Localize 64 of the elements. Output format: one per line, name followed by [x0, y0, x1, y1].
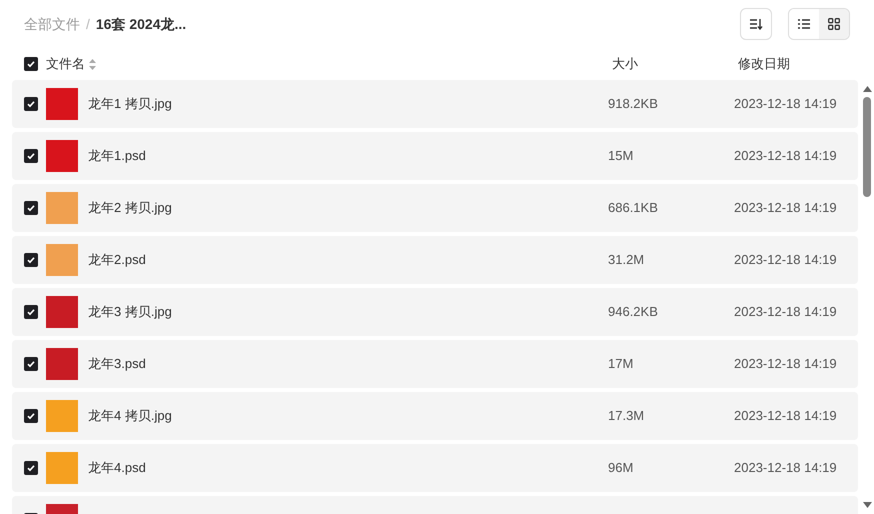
file-row[interactable]: 龙年2.psd 31.2M 2023-12-18 14:19 [12, 236, 858, 284]
modified-date: 2023-12-18 14:19 [734, 199, 837, 218]
checkbox[interactable] [24, 409, 38, 423]
file-size: 946.2KB [608, 303, 659, 322]
checkbox[interactable] [24, 97, 38, 111]
file-size: 17M [608, 355, 634, 374]
file-size: 17.3M [608, 407, 646, 426]
checkmark-icon [26, 411, 36, 421]
checkbox[interactable] [24, 149, 38, 163]
file-row[interactable]: 龙年1.psd 15M 2023-12-18 14:19 [12, 132, 858, 180]
checkbox[interactable] [24, 253, 38, 267]
file-name[interactable]: 龙年2 拷贝.jpg [88, 198, 608, 218]
checkbox[interactable] [24, 201, 38, 215]
grid-view-button[interactable] [819, 9, 849, 39]
checkmark-icon [26, 359, 36, 369]
sort-button[interactable] [740, 8, 772, 40]
file-row[interactable]: 龙年3.psd 17M 2023-12-18 14:19 [12, 340, 858, 388]
scroll-up-icon [862, 86, 872, 92]
sort-icon [749, 18, 763, 30]
file-size: 31.2M [608, 251, 646, 270]
file-name[interactable]: 龙年1.psd [88, 146, 608, 166]
file-row[interactable]: 龙年1 拷贝.jpg 918.2KB 2023-12-18 14:19 [12, 80, 858, 128]
column-header[interactable]: 文件名 [46, 54, 85, 74]
checkmark-icon [26, 99, 36, 109]
file-size: 686.1KB [608, 199, 659, 218]
scrollbar-thumb[interactable] [863, 97, 871, 197]
list-icon [798, 19, 810, 29]
checkmark-icon [26, 307, 36, 317]
file-name[interactable]: 龙年3 拷贝.jpg [88, 302, 608, 322]
checkmark-icon [26, 203, 36, 213]
file-name[interactable]: 龙年2.psd [88, 250, 608, 270]
file-size: 918.2KB [608, 95, 659, 114]
file-row[interactable]: 龙年4 拷贝.jpg 17.3M 2023-12-18 14:19 [12, 392, 858, 440]
modified-date: 2023-12-18 14:19 [734, 95, 837, 114]
modified-date: 2023-12-18 14:19 [734, 251, 837, 270]
checkbox[interactable] [24, 461, 38, 475]
file-name[interactable]: 龙年1 拷贝.jpg [88, 94, 608, 114]
file-row[interactable]: 龙年3 拷贝.jpg 946.2KB 2023-12-18 14:19 [12, 288, 858, 336]
sort-arrows-icon [89, 58, 96, 70]
modified-date: 2023-12-18 14:19 [734, 303, 837, 322]
grid-icon [828, 18, 840, 30]
modified-date: 2023-12-18 14:19 [734, 355, 837, 374]
file-size: 15M [608, 147, 634, 166]
file-name[interactable]: 龙年4 拷贝.jpg [88, 406, 608, 426]
checkmark-icon [26, 463, 36, 473]
column-header[interactable]: 修改日期 [738, 54, 790, 74]
modified-date: 2023-12-18 14:19 [734, 459, 837, 478]
checkbox[interactable] [24, 357, 38, 371]
file-name[interactable]: 龙年4.psd [88, 458, 608, 478]
checkmark-icon [26, 255, 36, 265]
breadcrumb-separator: / [86, 14, 90, 34]
column-header[interactable]: 大小 [612, 54, 738, 74]
checkbox[interactable] [24, 57, 38, 71]
modified-date: 2023-12-18 14:19 [734, 407, 837, 426]
file-row[interactable]: 龙年4.psd 96M 2023-12-18 14:19 [12, 444, 858, 492]
scroll-down-icon [862, 502, 872, 508]
file-row[interactable]: 龙年2 拷贝.jpg 686.1KB 2023-12-18 14:19 [12, 184, 858, 232]
file-name[interactable]: 龙年3.psd [88, 354, 608, 374]
checkbox[interactable] [24, 305, 38, 319]
breadcrumb-item[interactable]: 16套 2024龙... [96, 14, 186, 34]
checkmark-icon [26, 59, 36, 69]
checkmark-icon [26, 151, 36, 161]
modified-date: 2023-12-18 14:19 [734, 147, 837, 166]
file-size: 96M [608, 459, 634, 478]
